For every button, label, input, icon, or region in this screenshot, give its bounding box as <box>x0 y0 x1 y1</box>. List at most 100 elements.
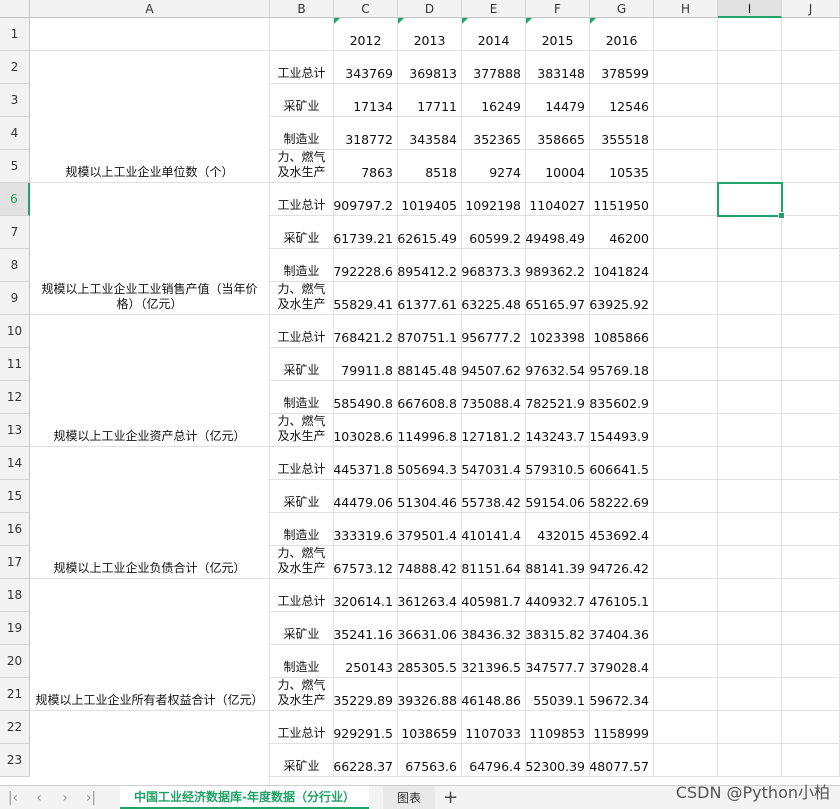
empty-cell[interactable] <box>654 183 718 216</box>
empty-cell[interactable] <box>782 678 840 711</box>
empty-cell[interactable] <box>654 150 718 183</box>
year-header-cell[interactable]: 2015 <box>526 18 590 51</box>
industry-label-cell[interactable]: 工业总计 <box>270 579 334 612</box>
row-header-1[interactable]: 1 <box>0 18 30 51</box>
industry-label-cell[interactable]: 制造业 <box>270 249 334 282</box>
sheet-tab-chart[interactable]: 图表 <box>382 786 435 809</box>
value-cell[interactable]: 369813 <box>398 51 462 84</box>
industry-label-cell[interactable]: 力、燃气及水生产 <box>270 414 334 447</box>
value-cell[interactable]: 17134 <box>334 84 398 117</box>
value-cell[interactable]: 94726.42 <box>590 546 654 579</box>
value-cell[interactable]: 476105.1 <box>590 579 654 612</box>
empty-cell[interactable] <box>654 84 718 117</box>
select-all-corner[interactable] <box>0 0 30 18</box>
empty-cell[interactable] <box>718 480 782 513</box>
value-cell[interactable]: 8518 <box>398 150 462 183</box>
empty-cell[interactable] <box>782 249 840 282</box>
row-header-20[interactable]: 20 <box>0 645 30 678</box>
row-header-15[interactable]: 15 <box>0 480 30 513</box>
empty-cell[interactable] <box>654 216 718 249</box>
empty-cell[interactable] <box>782 645 840 678</box>
column-header-b[interactable]: B <box>270 0 334 18</box>
value-cell[interactable]: 143243.7 <box>526 414 590 447</box>
empty-cell[interactable] <box>654 711 718 744</box>
industry-label-cell[interactable]: 采矿业 <box>270 216 334 249</box>
value-cell[interactable]: 154493.9 <box>590 414 654 447</box>
row-header-22[interactable]: 22 <box>0 711 30 744</box>
value-cell[interactable]: 1092198 <box>462 183 526 216</box>
value-cell[interactable]: 347577.7 <box>526 645 590 678</box>
column-header-e[interactable]: E <box>462 0 526 18</box>
empty-cell[interactable] <box>718 348 782 381</box>
row-header-18[interactable]: 18 <box>0 579 30 612</box>
year-header-cell[interactable]: 2014 <box>462 18 526 51</box>
value-cell[interactable]: 55738.42 <box>462 480 526 513</box>
value-cell[interactable]: 250143 <box>334 645 398 678</box>
empty-cell[interactable] <box>782 513 840 546</box>
empty-cell[interactable] <box>654 744 718 777</box>
value-cell[interactable]: 12546 <box>590 84 654 117</box>
industry-label-cell[interactable]: 制造业 <box>270 513 334 546</box>
value-cell[interactable]: 59672.34 <box>590 678 654 711</box>
value-cell[interactable]: 383148 <box>526 51 590 84</box>
column-header-i[interactable]: I <box>718 0 782 18</box>
year-header-cell[interactable]: 2012 <box>334 18 398 51</box>
value-cell[interactable]: 768421.2 <box>334 315 398 348</box>
value-cell[interactable]: 74888.42 <box>398 546 462 579</box>
value-cell[interactable]: 410141.4 <box>462 513 526 546</box>
value-cell[interactable]: 17711 <box>398 84 462 117</box>
value-cell[interactable]: 432015 <box>526 513 590 546</box>
value-cell[interactable]: 1158999 <box>590 711 654 744</box>
next-sheet-icon[interactable]: › <box>52 790 78 806</box>
industry-label-cell[interactable]: 力、燃气及水生产 <box>270 282 334 315</box>
empty-cell[interactable] <box>718 381 782 414</box>
group-label-cell[interactable]: 规模以上工业企业工业销售产值（当年价格）（亿元） <box>30 183 270 315</box>
empty-cell[interactable] <box>782 183 840 216</box>
empty-cell[interactable] <box>654 315 718 348</box>
value-cell[interactable]: 37404.36 <box>590 612 654 645</box>
empty-cell[interactable] <box>718 18 782 51</box>
column-header-d[interactable]: D <box>398 0 462 18</box>
empty-cell[interactable] <box>782 348 840 381</box>
value-cell[interactable]: 61739.21 <box>334 216 398 249</box>
empty-cell[interactable] <box>782 315 840 348</box>
empty-cell[interactable] <box>718 645 782 678</box>
empty-cell[interactable] <box>718 744 782 777</box>
prev-sheet-icon[interactable]: ‹ <box>26 790 52 806</box>
empty-cell[interactable] <box>654 447 718 480</box>
value-cell[interactable]: 547031.4 <box>462 447 526 480</box>
row-header-2[interactable]: 2 <box>0 51 30 84</box>
empty-cell[interactable] <box>782 711 840 744</box>
value-cell[interactable]: 909797.2 <box>334 183 398 216</box>
industry-label-cell[interactable]: 工业总计 <box>270 447 334 480</box>
value-cell[interactable]: 606641.5 <box>590 447 654 480</box>
value-cell[interactable]: 968373.3 <box>462 249 526 282</box>
value-cell[interactable]: 63225.48 <box>462 282 526 315</box>
industry-label-cell[interactable]: 制造业 <box>270 381 334 414</box>
empty-cell[interactable] <box>782 414 840 447</box>
empty-cell[interactable] <box>782 84 840 117</box>
industry-label-cell[interactable]: 采矿业 <box>270 744 334 777</box>
empty-cell[interactable] <box>718 579 782 612</box>
column-header-h[interactable]: H <box>654 0 718 18</box>
value-cell[interactable]: 361263.4 <box>398 579 462 612</box>
row-header-11[interactable]: 11 <box>0 348 30 381</box>
empty-cell[interactable] <box>782 744 840 777</box>
industry-label-cell[interactable]: 采矿业 <box>270 348 334 381</box>
group-label-cell[interactable]: 规模以上工业企业资产总计（亿元） <box>30 315 270 447</box>
empty-cell[interactable] <box>718 513 782 546</box>
value-cell[interactable]: 835602.9 <box>590 381 654 414</box>
empty-cell[interactable] <box>718 84 782 117</box>
empty-cell[interactable] <box>654 18 718 51</box>
empty-cell[interactable] <box>782 51 840 84</box>
empty-cell[interactable] <box>718 150 782 183</box>
value-cell[interactable]: 7863 <box>334 150 398 183</box>
value-cell[interactable]: 16249 <box>462 84 526 117</box>
value-cell[interactable]: 60599.2 <box>462 216 526 249</box>
empty-cell[interactable] <box>654 480 718 513</box>
empty-cell[interactable] <box>782 612 840 645</box>
industry-label-cell[interactable]: 工业总计 <box>270 183 334 216</box>
empty-cell[interactable] <box>782 18 840 51</box>
value-cell[interactable]: 44479.06 <box>334 480 398 513</box>
value-cell[interactable]: 352365 <box>462 117 526 150</box>
